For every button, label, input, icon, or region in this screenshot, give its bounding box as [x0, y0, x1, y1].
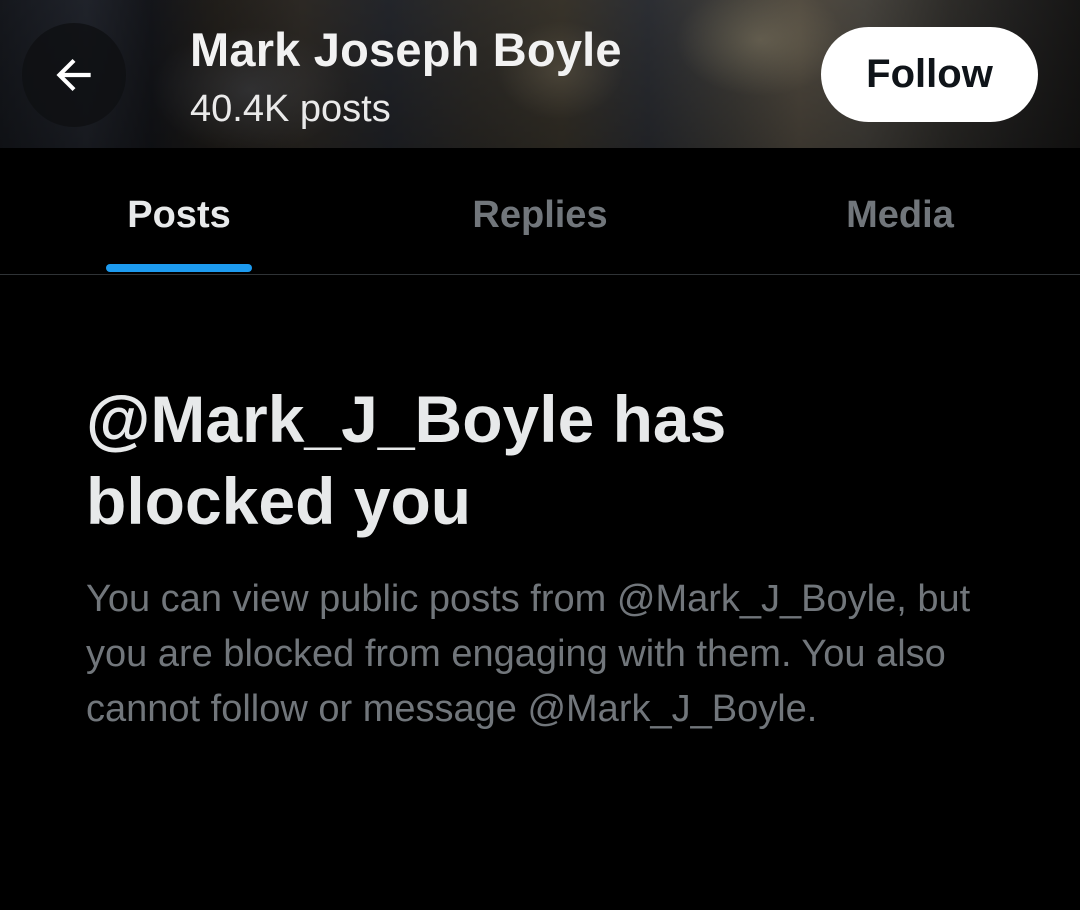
- tab-posts[interactable]: Posts: [0, 148, 360, 274]
- profile-page: Mark Joseph Boyle 40.4K posts Follow Pos…: [0, 0, 1080, 910]
- blocked-description: You can view public posts from @Mark_J_B…: [86, 578, 971, 730]
- follow-button[interactable]: Follow: [821, 27, 1038, 122]
- profile-tabs: Posts Replies Media: [0, 148, 1080, 275]
- post-count: 40.4K posts: [190, 88, 391, 130]
- back-button[interactable]: [22, 23, 126, 127]
- profile-header: Mark Joseph Boyle 40.4K posts Follow: [0, 0, 1080, 148]
- arrow-left-icon: [56, 58, 91, 92]
- blocked-title: @Mark_J_Boyle has blocked you: [86, 382, 727, 538]
- tab-label: Replies: [472, 194, 608, 236]
- tab-replies[interactable]: Replies: [360, 148, 720, 274]
- tab-label: Posts: [127, 194, 231, 236]
- active-tab-indicator: [106, 264, 252, 272]
- tab-media[interactable]: Media: [720, 148, 1080, 274]
- profile-name: Mark Joseph Boyle: [190, 23, 622, 76]
- tab-label: Media: [846, 194, 954, 236]
